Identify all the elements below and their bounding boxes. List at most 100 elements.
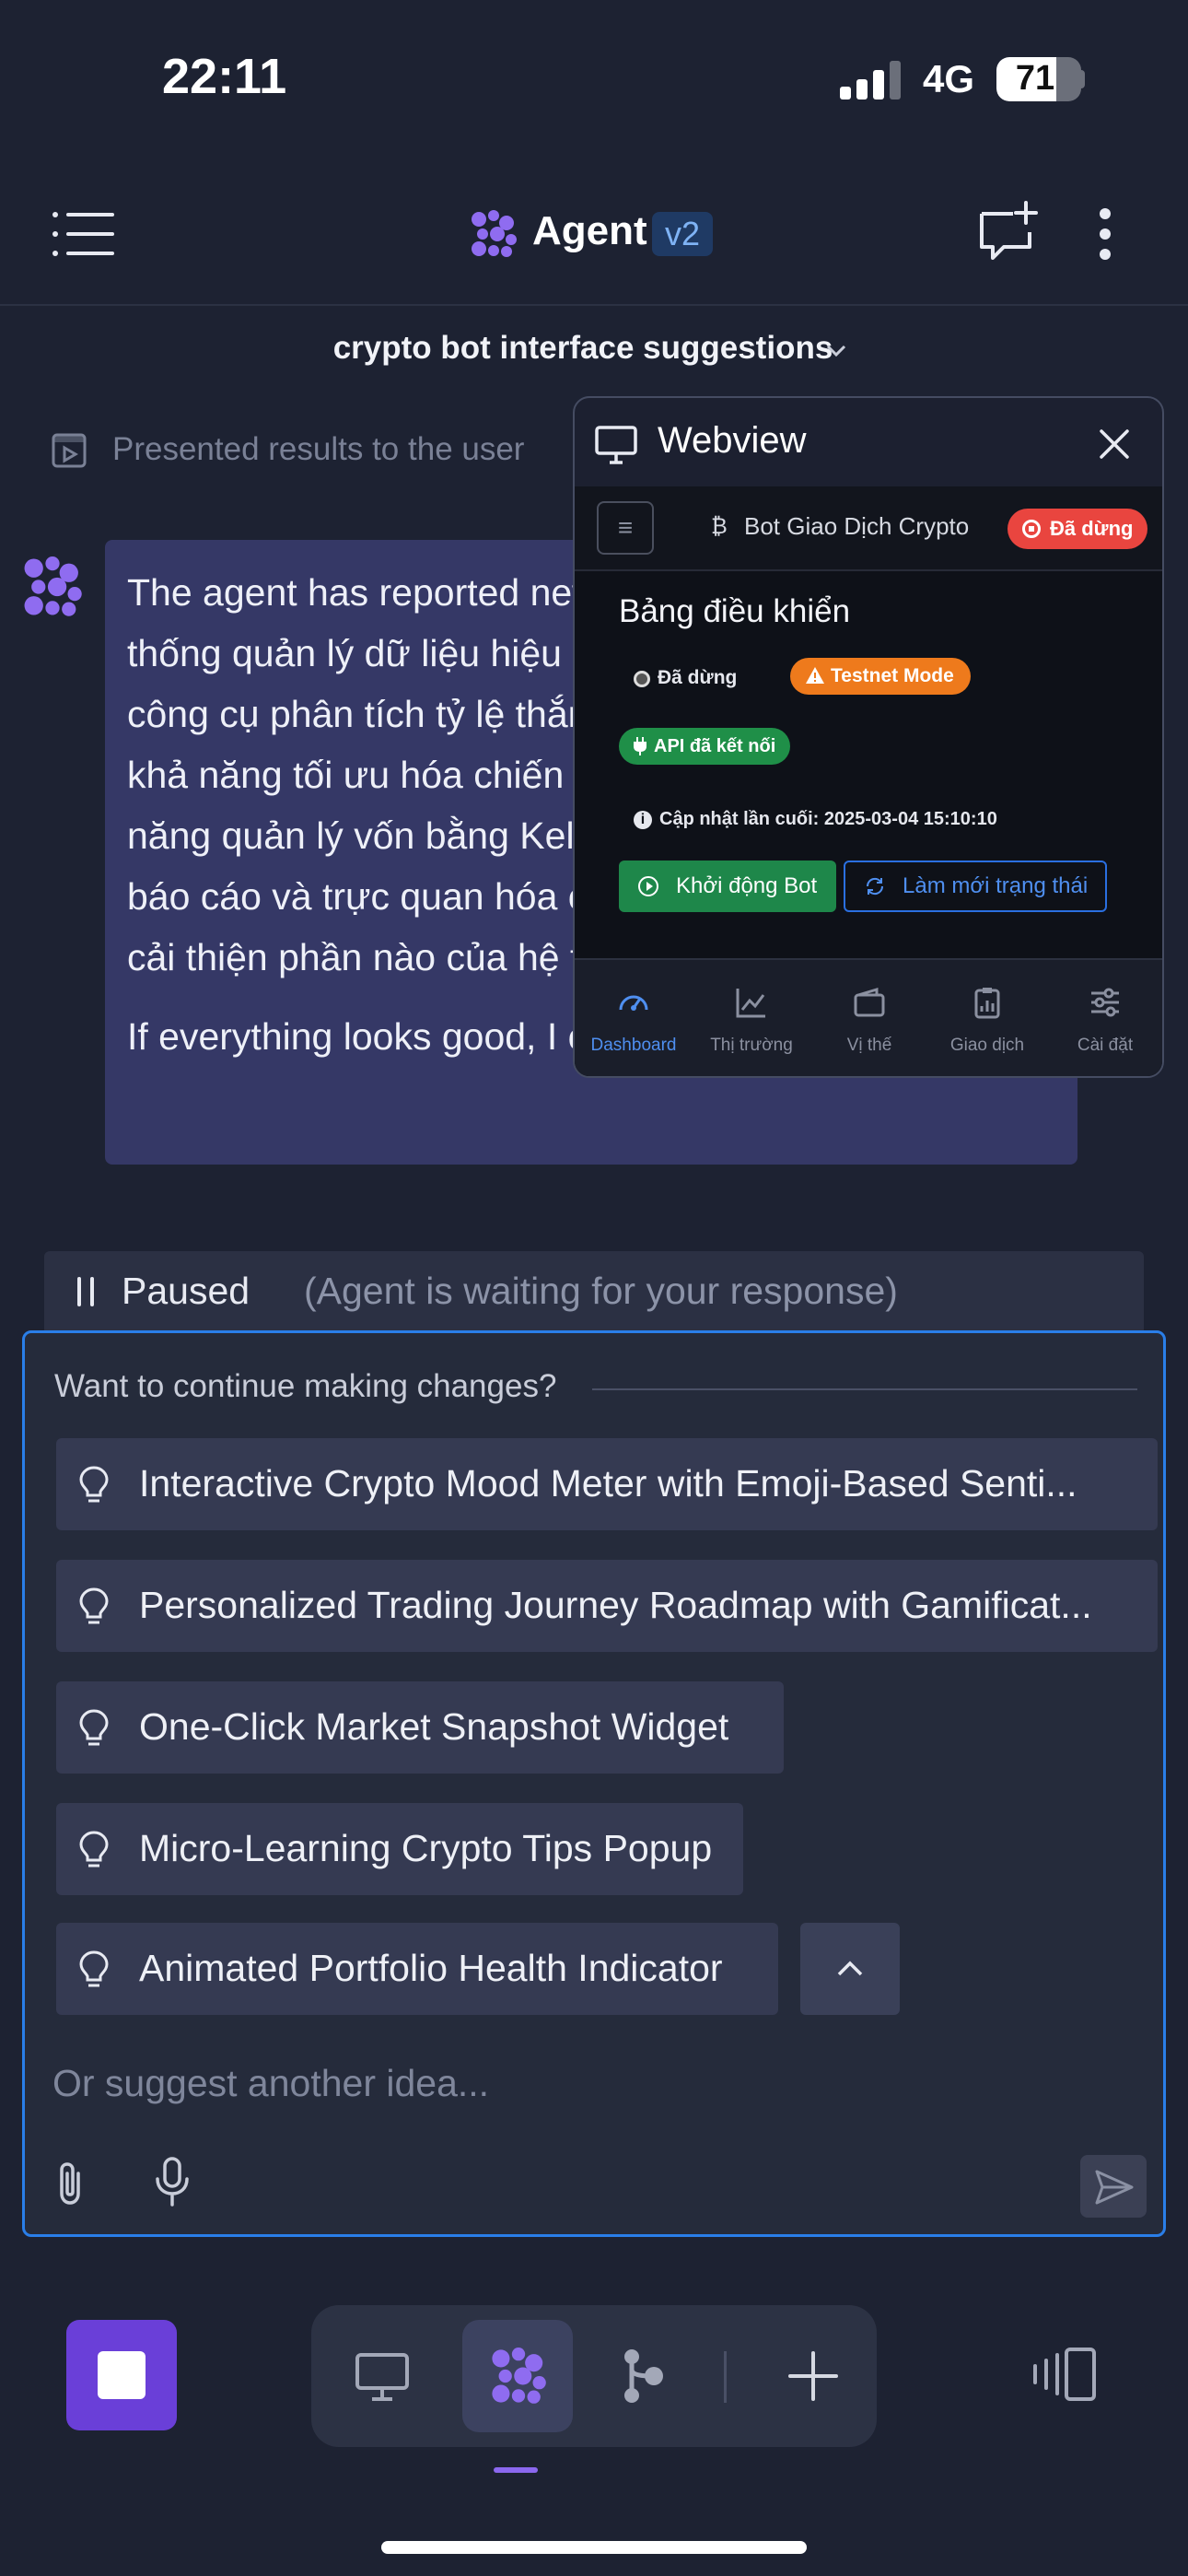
conversation-title[interactable]: crypto bot interface suggestions [0, 330, 1188, 367]
warning-icon [806, 667, 824, 684]
nav-label: Thị trường [710, 1036, 793, 1055]
nav-settings[interactable]: Cài đặt [1046, 960, 1162, 1076]
dock-add-button[interactable] [757, 2320, 868, 2432]
presentation-icon [52, 433, 87, 468]
clipboard-chart-icon [974, 988, 1000, 1019]
agent-avatar-icon [24, 556, 82, 616]
more-vertical-icon[interactable] [1094, 206, 1116, 262]
dock-divider [724, 2351, 727, 2403]
api-label: API đã kết nối [654, 736, 776, 756]
wallet-icon [854, 987, 885, 1017]
header-title: Agent [532, 208, 647, 253]
lightbulb-icon [79, 1709, 109, 1746]
start-bot-button[interactable]: Khởi động Bot [619, 861, 836, 912]
webview-title: Webview [658, 420, 807, 461]
lightbulb-icon [79, 1466, 109, 1503]
stop-icon [98, 2351, 146, 2399]
gauge-icon [619, 995, 648, 1011]
send-icon [1095, 2170, 1134, 2205]
suggestion-label: Interactive Crypto Mood Meter with Emoji… [139, 1462, 1077, 1505]
battery-level: 71 [1015, 59, 1055, 98]
status-dot-icon [634, 671, 650, 687]
stop-agent-button[interactable] [66, 2320, 177, 2430]
presented-status-text: Presented results to the user [112, 431, 525, 467]
nav-trades[interactable]: Giao dịch [928, 960, 1046, 1076]
refresh-icon [866, 877, 884, 896]
plug-icon [634, 737, 646, 755]
microphone-icon[interactable] [154, 2157, 191, 2208]
divider [592, 1388, 1137, 1390]
paperclip-icon[interactable] [52, 2160, 87, 2207]
refresh-status-label: Làm mới trạng thái [903, 873, 1089, 898]
send-button[interactable] [1080, 2155, 1147, 2218]
chevron-down-icon[interactable] [826, 343, 846, 359]
dock-webview-button[interactable] [326, 2320, 437, 2432]
battery-icon: 71 [996, 57, 1081, 101]
lightbulb-icon [79, 1950, 109, 1987]
bot-bottom-nav: Dashboard Thị trường Vị thế Giao dịch Cà… [575, 958, 1162, 1076]
home-indicator [381, 2541, 807, 2554]
bot-stopped-badge: Đã dừng [1007, 509, 1148, 549]
nav-label: Dashboard [590, 1036, 677, 1055]
lightbulb-icon [79, 1587, 109, 1624]
suggest-idea-input[interactable] [52, 2055, 973, 2111]
menu-icon[interactable] [52, 210, 114, 258]
start-bot-label: Khởi động Bot [676, 873, 818, 898]
bot-topbar: ≡ ₿ Bot Giao Dịch Crypto Đã dừng [575, 486, 1162, 571]
new-chat-icon[interactable] [976, 201, 1039, 260]
bitcoin-icon: ₿ [711, 514, 728, 539]
status-time: 22:11 [162, 49, 287, 104]
suggestion-label: One-Click Market Snapshot Widget [139, 1705, 729, 1748]
suggestions-prompt: Want to continue making changes? [54, 1368, 557, 1404]
bottom-dock [311, 2305, 877, 2447]
monitor-icon [355, 2353, 409, 2401]
nav-dashboard[interactable]: Dashboard [575, 960, 693, 1076]
paused-label: Paused [122, 1270, 250, 1312]
api-connected-badge: API đã kết nối [619, 728, 791, 765]
conversation-title-text: crypto bot interface suggestions [332, 330, 833, 366]
nav-market[interactable]: Thị trường [693, 960, 810, 1076]
suggestion-chip[interactable]: Interactive Crypto Mood Meter with Emoji… [56, 1438, 1158, 1530]
stopped-badge-label: Đã dừng [1050, 517, 1134, 540]
suggestion-chip[interactable]: Micro-Learning Crypto Tips Popup [56, 1803, 743, 1895]
lightbulb-icon [79, 1831, 109, 1868]
paused-banner: Paused (Agent is waiting for your respon… [44, 1251, 1144, 1332]
dock-branch-button[interactable] [588, 2320, 698, 2432]
suggestion-chip[interactable]: Animated Portfolio Health Indicator [56, 1923, 778, 2015]
suggestion-label: Animated Portfolio Health Indicator [139, 1947, 723, 1989]
info-icon: i [634, 811, 652, 829]
monitor-icon [595, 426, 637, 464]
dock-agent-button[interactable] [462, 2320, 573, 2432]
header-divider [0, 304, 1188, 306]
network-type: 4G [923, 57, 975, 100]
last-updated-text: Cập nhật lần cuối: 2025-03-04 15:10:10 [659, 809, 997, 829]
play-icon [638, 876, 658, 896]
nav-label: Vị thế [846, 1036, 892, 1055]
branch-icon [624, 2349, 663, 2403]
chevron-up-icon [837, 1961, 863, 1976]
version-badge[interactable]: v2 [652, 212, 714, 256]
sliders-icon [1091, 988, 1119, 1017]
dashboard-heading: Bảng điều khiển [619, 593, 851, 629]
signal-icon [840, 61, 901, 100]
suggestion-label: Micro-Learning Crypto Tips Popup [139, 1827, 713, 1869]
paused-note: (Agent is waiting for your response) [304, 1270, 898, 1312]
active-tab-indicator [494, 2467, 538, 2473]
chart-line-icon [736, 989, 765, 1018]
suggestion-chip[interactable]: One-Click Market Snapshot Widget [56, 1681, 784, 1774]
plus-icon [788, 2351, 838, 2401]
refresh-status-button[interactable]: Làm mới trạng thái [844, 861, 1107, 912]
bot-app-title: Bot Giao Dịch Crypto [744, 512, 970, 540]
bot-status-text: Đã dừng [658, 667, 738, 688]
nav-positions[interactable]: Vị thế [810, 960, 928, 1076]
collapse-suggestions-button[interactable] [800, 1923, 900, 2015]
split-layout-icon[interactable] [1031, 2346, 1100, 2403]
stop-circle-icon [1022, 520, 1041, 538]
battery-tip [1077, 70, 1085, 88]
suggestion-label: Personalized Trading Journey Roadmap wit… [139, 1584, 1092, 1626]
hamburger-icon[interactable]: ≡ [597, 501, 654, 555]
suggestion-chip[interactable]: Personalized Trading Journey Roadmap wit… [56, 1560, 1158, 1652]
suggestions-panel: Want to continue making changes? Interac… [22, 1330, 1166, 2237]
webview-panel[interactable]: Webview ≡ ₿ Bot Giao Dịch Crypto Đã dừng… [573, 396, 1164, 1078]
close-icon[interactable] [1098, 427, 1131, 461]
